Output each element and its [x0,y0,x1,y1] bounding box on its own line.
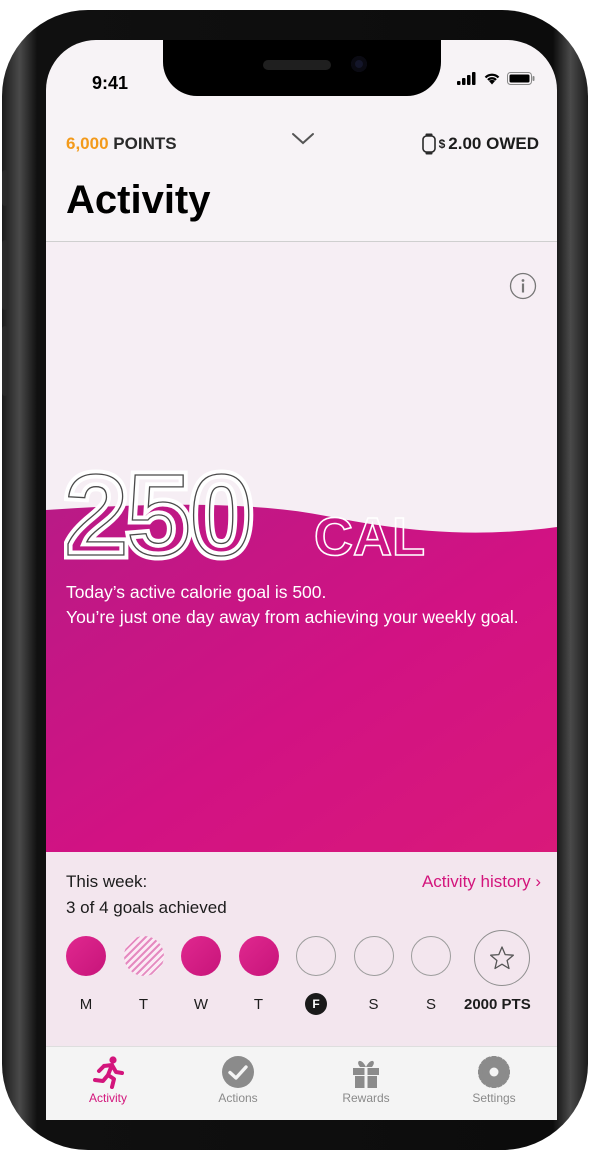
day-label: S [368,996,379,1013]
reward-points: 2000 PTS [464,996,531,1013]
wifi-icon [484,73,500,85]
day-label: W [193,996,209,1013]
star-icon [490,946,514,970]
points-value: 6,000 [66,134,109,153]
day-label: S [425,996,436,1013]
battery-icon [507,72,535,85]
header-bar: 6,000 POINTS $2.00 OWED [66,130,539,160]
day-goal-indicator [353,936,394,976]
goal-line-2: You’re just one day away from achieving … [66,607,519,627]
day-goal-indicator [411,936,451,976]
points-label: POINTS [113,134,177,153]
tab-rewards-label: Rewards [342,1091,390,1105]
side-button [2,170,8,206]
side-button [2,326,8,396]
week-label: This week: [66,872,148,891]
day-goal-indicator [181,936,221,976]
watch-icon [421,133,436,155]
today-badge: F [305,993,327,1015]
goal-line-1: Today’s active calorie goal is 500. [66,582,327,602]
amount-owed[interactable]: $2.00 OWED [421,133,539,155]
status-time: 9:41 [92,73,129,93]
tab-settings[interactable]: Settings [444,1055,544,1105]
day-label: T [253,996,264,1013]
camera [351,56,367,72]
week-days: M T W T F S S 2000 PTS [66,930,546,1026]
day-goal-indicator [123,936,164,976]
page-title: Activity [66,178,211,222]
points-balance[interactable]: 6,000 POINTS [66,134,177,154]
tab-activity[interactable]: Activity [58,1055,158,1105]
side-button [2,240,8,310]
weekly-reward-badge[interactable] [474,930,530,986]
info-icon[interactable] [509,272,537,300]
notch [163,40,441,96]
day-label: T [138,996,149,1013]
weekly-summary: This week: 3 of 4 goals achieved Activit… [46,852,557,1062]
phone-frame: 9:41 6,000 POINTS $2.00 OWED Activity 25… [2,10,588,1150]
tab-settings-label: Settings [472,1091,516,1105]
tab-bar: Activity Actions Rewards Settings [46,1046,557,1120]
goals-achieved: 3 of 4 goals achieved [66,898,227,917]
status-icons [457,72,535,85]
chevron-down-icon[interactable] [291,132,315,146]
signal-icon [457,72,476,85]
app-screen: 9:41 6,000 POINTS $2.00 OWED Activity 25… [46,40,557,1120]
owed-amount: 2.00 OWED [448,134,539,153]
day-label: F [296,993,336,1015]
tab-actions[interactable]: Actions [188,1055,288,1105]
activity-history-link[interactable]: Activity history › [422,872,541,892]
goal-description: Today’s active calorie goal is 500. You’… [66,580,546,630]
owed-currency: $ [438,137,446,151]
checkmark-icon [222,1056,254,1088]
calorie-card: 250 250 CAL Today’s active calorie goal … [46,242,557,852]
gear-icon [478,1056,510,1088]
day-goal-indicator [238,936,279,976]
tab-rewards[interactable]: Rewards [316,1055,416,1105]
runner-icon [93,1056,124,1089]
day-goal-indicator [66,936,106,976]
calorie-value: 250 [64,450,252,567]
day-goal-indicator [296,936,336,976]
calorie-unit: CAL [314,507,425,567]
gift-icon [353,1060,379,1088]
day-label: M [79,996,93,1013]
tab-actions-label: Actions [218,1091,258,1105]
calorie-count: 250 250 CAL [64,447,426,567]
speaker [263,60,331,70]
tab-activity-label: Activity [88,1091,127,1105]
